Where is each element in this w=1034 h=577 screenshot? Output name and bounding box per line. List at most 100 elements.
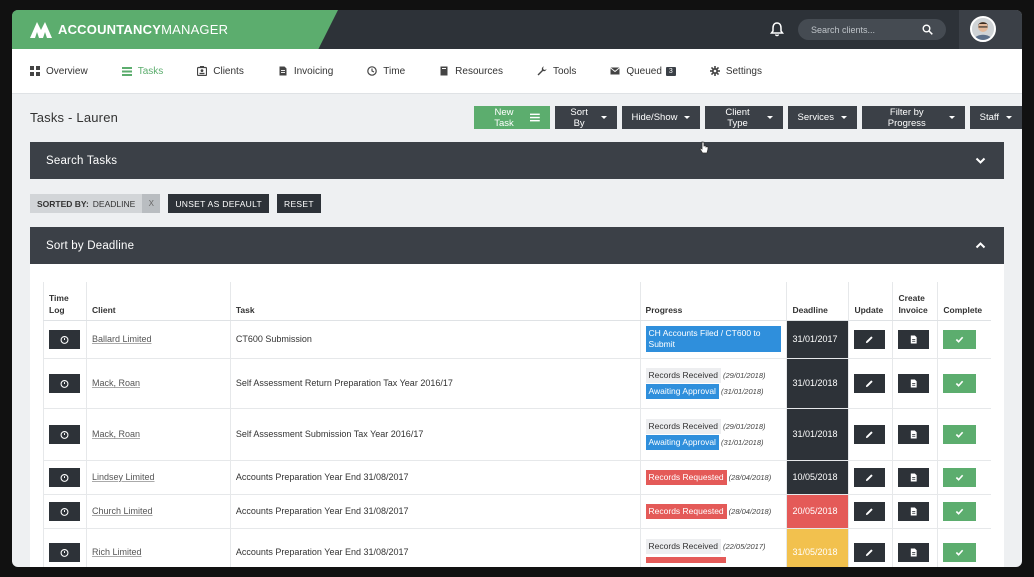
brand[interactable]: ACCOUNTANCYMANAGER [12,10,338,49]
progress-status: CH Accounts Filed / CT600 to Submit [645,326,782,352]
nav-item-clients[interactable]: Clients [197,66,244,77]
gear-icon [709,66,720,76]
col-progress: Progress [639,282,787,321]
book-icon [440,66,448,76]
complete-button[interactable] [943,542,977,562]
reset-button[interactable]: RESET [277,194,321,213]
progress-cell: Records Received (22/05/2017) [639,527,787,567]
tasks-table-container: Time Log Client Task Progress Deadline Up… [30,264,1004,567]
nav-item-queued[interactable]: Queued 3 [610,66,676,77]
time-log-button[interactable] [49,329,80,349]
update-button[interactable] [854,501,886,521]
create-invoice-button[interactable] [898,467,930,487]
chevron-up-icon[interactable] [975,240,986,251]
nav-item-tools[interactable]: Tools [537,66,576,77]
create-invoice-button[interactable] [898,373,930,393]
nav-item-resources[interactable]: Resources [439,66,503,77]
client-link[interactable]: Church Limited [92,506,153,516]
time-log-button[interactable] [49,424,80,444]
nav-item-invoicing[interactable]: Invoicing [278,66,333,77]
task-cell: Accounts Preparation Year End 31/08/2017 [229,459,641,494]
client-link[interactable]: Ballard Limited [92,334,152,344]
complete-button[interactable] [943,467,977,487]
create-invoice-button[interactable] [898,501,930,521]
create-invoice-button[interactable] [898,542,930,562]
time-log-cell [43,527,87,567]
bell-icon[interactable] [769,21,785,37]
progress-date: (31/01/2018) [720,437,764,447]
nav-item-time[interactable]: Time [367,66,405,77]
time-log-button[interactable] [49,501,80,521]
avatar[interactable] [970,16,996,42]
table-row: Mack, Roan Self Assessment Return Prepara… [43,357,991,408]
client-cell: Mack, Roan [85,407,231,460]
caret-down-icon [1006,116,1012,119]
list-icon [530,113,540,122]
progress-entry: Records Requested (28/04/2018) [645,469,782,485]
create-invoice-button[interactable] [898,424,930,444]
progress-date: (28/04/2018) [728,506,772,516]
update-button[interactable] [854,424,886,444]
wrench-icon [537,66,547,76]
progress-entry: Records Received (22/05/2017) [645,539,782,555]
remove-sort-button[interactable]: X [142,194,161,213]
table-row: Ballard Limited CT600 Submission CH Accoun… [43,319,991,358]
invoice-icon [911,548,918,557]
nav-item-label: Overview [46,65,88,77]
deadline-cell: 31/01/2018 [786,357,849,408]
client-type-dropdown[interactable]: Client Type [705,106,783,129]
progress-status: Records Requested [645,503,727,519]
nav-item-settings[interactable]: Settings [709,66,762,77]
dropdown-label: Hide/Show [631,112,678,123]
search-tasks-panel[interactable]: Search Tasks [30,142,1004,179]
client-link[interactable]: Mack, Roan [92,378,140,388]
chevron-down-icon[interactable] [975,155,986,166]
update-button[interactable] [854,373,886,393]
invoice-cell [892,319,938,358]
caret-down-icon [948,116,955,119]
hide-show-dropdown[interactable]: Hide/Show [621,106,701,129]
complete-button[interactable] [943,329,977,349]
update-cell [848,459,893,494]
update-cell [848,357,893,408]
sorted-by-value: DEADLINE [92,198,136,209]
new-task-label: New Task [494,106,514,129]
complete-cell [937,357,991,408]
time-log-button[interactable] [49,542,80,562]
update-button[interactable] [854,329,886,349]
nav-item-overview[interactable]: Overview [30,66,88,77]
time-log-button[interactable] [49,467,80,487]
invoice-cell [892,459,938,494]
time-log-button[interactable] [49,373,80,393]
col-update: Update [848,282,893,321]
sort-by-deadline-panel[interactable]: Sort by Deadline [30,227,1004,264]
client-link[interactable]: Lindsey Limited [92,472,155,482]
check-icon [956,474,964,481]
unset-default-button[interactable]: UNSET AS DEFAULT [168,194,269,213]
col-client: Client [85,282,231,321]
user-avatar-icon [972,18,994,40]
client-link[interactable]: Mack, Roan [92,429,140,439]
invoice-icon [911,472,918,482]
complete-button[interactable] [943,501,977,521]
complete-button[interactable] [943,424,977,444]
sort-by-deadline-title: Sort by Deadline [46,239,135,252]
brand-logo-icon [30,21,52,38]
client-cell: Lindsey Limited [85,459,231,494]
client-cell: Mack, Roan [85,357,231,408]
complete-cell [937,407,991,460]
page-title: Tasks - Lauren [30,110,119,125]
client-link[interactable]: Rich Limited [92,547,142,557]
update-button[interactable] [854,467,886,487]
filter-by-progress-dropdown[interactable]: Filter by Progress [861,106,965,129]
progress-status: Records Received [645,539,721,555]
services-dropdown[interactable]: Services [787,106,857,129]
new-task-button[interactable]: New Task [474,106,550,129]
staff-dropdown[interactable]: Staff [969,106,1022,129]
create-invoice-button[interactable] [898,329,930,349]
nav-item-tasks[interactable]: Tasks [121,66,163,77]
sort-by-dropdown[interactable]: Sort By [554,106,617,129]
search-icon[interactable] [922,24,933,35]
update-button[interactable] [854,542,886,562]
complete-button[interactable] [943,373,977,393]
